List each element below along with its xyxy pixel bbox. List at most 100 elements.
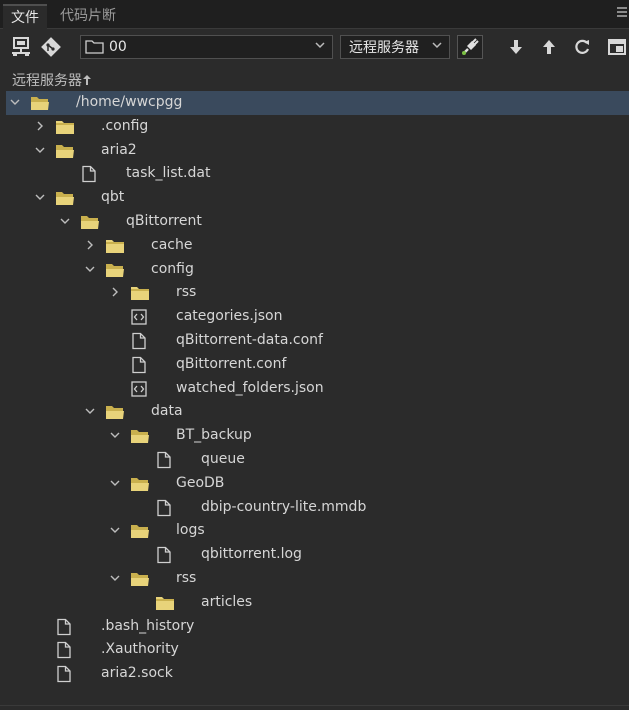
chevron-down-icon [431,39,443,51]
tree-file-row[interactable]: dbip-country-lite.mmdb [6,496,629,520]
server-select-value: 远程服务器 [349,40,419,56]
folder-outline-icon [85,40,104,54]
folder-icon [105,237,125,255]
tree-item-label: /home/wwcpgg [76,94,183,110]
chevron-down-icon [314,39,326,51]
tree-file-row[interactable]: task_list.dat [6,162,629,186]
file-icon [130,356,150,374]
folder-open-icon [55,189,75,207]
tree-item-label: categories.json [176,308,283,325]
file-icon [55,618,75,636]
code-file-icon [130,308,150,326]
tree-item-label: qBittorrent [126,213,202,229]
tree-item-label: GeoDB [176,474,225,491]
chevron-right-icon[interactable] [109,286,121,298]
tree-item-label: qbittorrent.log [201,546,302,563]
refresh-icon [575,39,590,54]
chevron-down-icon[interactable] [9,96,21,108]
panel-bottom-border [0,705,629,706]
tree-folder-row[interactable]: .config [6,115,629,139]
panel-menu-icon[interactable] [617,7,627,17]
file-icon [80,165,100,183]
tree-item-label: queue [201,451,245,467]
chevron-down-icon[interactable] [109,572,121,584]
tab-snippets[interactable]: 代码片断 [52,4,124,28]
tree-folder-row[interactable]: data [6,400,629,424]
tree-item-label: .config [101,117,149,134]
chevron-right-icon[interactable] [34,120,46,132]
folder-open-icon [55,142,75,160]
chevron-down-icon[interactable] [109,429,121,441]
panel-tab-bar: 文件 代码片断 [0,0,629,30]
tree-item-label: qbt [101,189,125,206]
tree-item-label: task_list.dat [126,165,211,182]
file-icon [155,546,175,564]
download-button[interactable] [503,35,529,59]
network-computer-icon [12,37,30,56]
chevron-right-icon[interactable] [84,239,96,251]
tree-file-row[interactable]: watched_folders.json [6,377,629,401]
tree-item-label: aria2.sock [101,665,173,682]
file-icon [130,332,150,350]
tree-item-label: qBittorrent.conf [176,355,287,372]
tree-file-row[interactable]: .bash_history [6,615,629,639]
arrow-up-icon [83,75,91,85]
tree-item-label: .Xauthority [101,641,179,658]
arrow-down-icon [510,40,522,54]
chevron-down-icon[interactable] [84,263,96,275]
chevron-down-icon[interactable] [59,215,71,227]
tree-folder-row[interactable]: aria2 [6,139,629,163]
plug-icon [462,38,479,55]
folder-open-icon [130,475,150,493]
tree-folder-row[interactable]: rss [6,281,629,305]
expand-icon [608,39,626,55]
tree-item-label: cache [151,236,193,253]
tree-folder-row[interactable]: BT_backup [6,424,629,448]
tree-file-row[interactable]: qBittorrent.conf [6,353,629,377]
site-select[interactable]: 00 [80,35,333,59]
tree-item-label: rss [176,570,197,586]
tab-files[interactable]: 文件 [3,4,47,30]
tree-folder-row[interactable]: articles [6,591,629,615]
file-icon [55,641,75,659]
folder-icon [155,594,175,612]
folder-open-icon [105,403,125,421]
tree-folder-row[interactable]: config [6,258,629,282]
upload-button[interactable] [536,35,562,59]
tree-item-label: watched_folders.json [176,379,324,396]
tree-item-label: qBittorrent-data.conf [176,332,323,348]
folder-open-icon [130,522,150,540]
tree-item-label: articles [201,593,253,610]
tree-folder-row[interactable]: logs [6,519,629,543]
remote-server-heading: 远程服务器 [12,70,92,90]
chevron-down-icon[interactable] [34,191,46,203]
tree-file-row[interactable]: queue [6,448,629,472]
tree-file-row[interactable]: categories.json [6,305,629,329]
file-icon [155,451,175,469]
git-button[interactable] [38,35,64,59]
tree-item-label: config [151,260,194,277]
chevron-down-icon[interactable] [109,524,121,536]
tree-folder-row[interactable]: cache [6,234,629,258]
refresh-button[interactable] [569,35,595,59]
chevron-down-icon[interactable] [34,144,46,156]
tree-folder-row[interactable]: qBittorrent [6,210,629,234]
tree-file-row[interactable]: qBittorrent-data.conf [6,329,629,353]
connect-remote-button[interactable] [8,35,34,59]
tree-file-row[interactable]: qbittorrent.log [6,543,629,567]
code-file-icon [130,380,150,398]
tree-item-label: dbip-country-lite.mmdb [201,498,367,515]
folder-open-icon [80,213,100,231]
connect-plug-button[interactable] [457,35,483,59]
expand-panel-button[interactable] [606,35,628,59]
chevron-down-icon[interactable] [109,477,121,489]
server-select[interactable]: 远程服务器 [340,35,450,59]
folder-icon [55,118,75,136]
tree-file-row[interactable]: aria2.sock [6,662,629,686]
tree-folder-row[interactable]: /home/wwcpgg [6,91,629,115]
tree-folder-row[interactable]: rss [6,567,629,591]
chevron-down-icon[interactable] [84,405,96,417]
tree-folder-row[interactable]: qbt [6,186,629,210]
tree-folder-row[interactable]: GeoDB [6,472,629,496]
tree-file-row[interactable]: .Xauthority [6,638,629,662]
